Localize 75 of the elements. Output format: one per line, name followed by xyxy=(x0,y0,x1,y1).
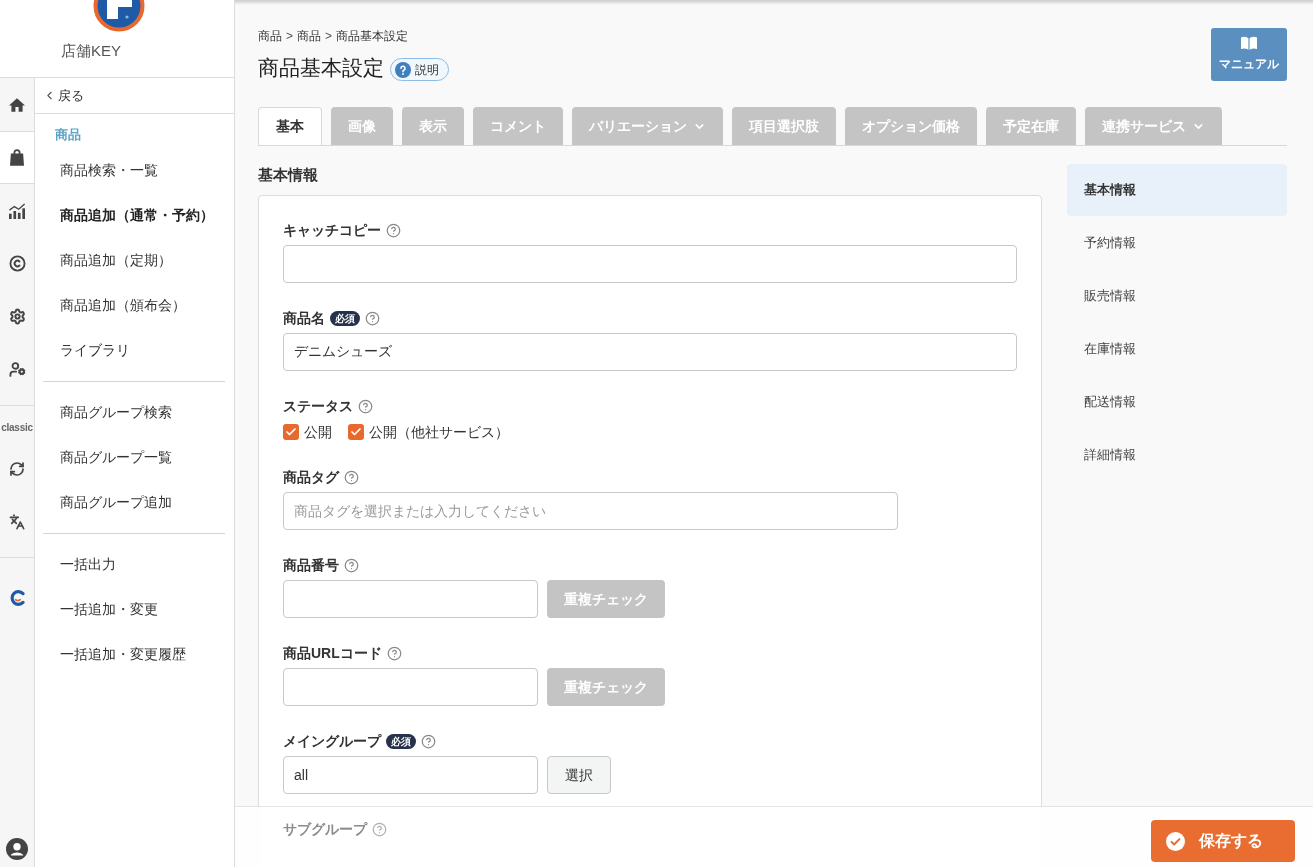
section-nav-item[interactable]: 基本情報 xyxy=(1067,164,1287,216)
checkmark-icon xyxy=(285,426,297,438)
required-badge: 必須 xyxy=(386,733,416,749)
field-label: 商品タグ xyxy=(283,468,339,487)
help-icon[interactable] xyxy=(421,733,436,749)
action-button[interactable]: 選択 xyxy=(547,756,611,794)
checkmark-icon xyxy=(350,426,362,438)
text-input[interactable] xyxy=(283,668,538,706)
field-label: サブグループ xyxy=(283,820,367,839)
c-logo-icon xyxy=(9,589,25,606)
breadcrumb-current: 商品基本設定 xyxy=(336,28,409,45)
menu-item[interactable]: 商品追加（頒布会） xyxy=(35,283,234,328)
rail-section-label: classic xyxy=(1,423,33,433)
field-label: メイングループ xyxy=(283,732,381,751)
field-label: 商品URLコード xyxy=(283,644,382,663)
copyright-icon xyxy=(8,255,26,272)
home-icon xyxy=(9,97,25,112)
field-label: ステータス xyxy=(283,397,353,416)
checkbox-label: 公開 xyxy=(304,423,332,442)
user-avatar-icon[interactable] xyxy=(6,838,28,860)
text-input[interactable]: all xyxy=(283,756,538,794)
bar-chart-icon xyxy=(9,202,25,219)
menu-section-title: 商品 xyxy=(55,127,81,142)
section-nav-item[interactable]: 在庫情報 xyxy=(1067,323,1287,375)
help-icon[interactable] xyxy=(386,222,401,238)
help-button[interactable]: 説明 xyxy=(390,58,449,81)
menu-item[interactable]: 一括出力 xyxy=(35,542,234,587)
checkbox[interactable] xyxy=(283,424,299,440)
menu-item[interactable]: ライブラリ xyxy=(35,328,234,373)
field-label: 商品名 xyxy=(283,309,325,328)
menu-item[interactable]: 商品グループ検索 xyxy=(35,390,234,435)
text-input[interactable]: デニムシューズ xyxy=(283,333,1017,371)
field-label: キャッチコピー xyxy=(283,221,381,240)
checkbox-label: 公開（他社サービス） xyxy=(369,423,509,442)
menu-item[interactable]: 商品グループ一覧 xyxy=(35,435,234,480)
section-nav-item[interactable]: 販売情報 xyxy=(1067,270,1287,322)
help-icon[interactable] xyxy=(358,398,373,414)
breadcrumb-link[interactable]: 商品 xyxy=(258,27,282,45)
text-input[interactable] xyxy=(283,245,1017,283)
section-nav-item[interactable]: 詳細情報 xyxy=(1067,429,1287,481)
breadcrumb-separator: > xyxy=(286,28,293,45)
required-badge: 必須 xyxy=(330,310,360,326)
help-icon[interactable] xyxy=(344,469,359,485)
checkbox[interactable] xyxy=(348,424,364,440)
back-button[interactable]: 戻る xyxy=(35,78,234,114)
help-icon[interactable] xyxy=(344,557,359,573)
section-title: 基本情報 xyxy=(258,165,319,185)
section-nav-item[interactable]: 配送情報 xyxy=(1067,376,1287,428)
tab[interactable]: 基本 xyxy=(258,107,322,145)
help-icon[interactable] xyxy=(372,821,387,837)
help-icon xyxy=(395,61,411,78)
store-key-label: 店舗KEY xyxy=(61,42,121,59)
page-title: 商品基本設定 xyxy=(258,55,384,81)
refresh-icon xyxy=(9,460,25,477)
menu-item[interactable]: 一括追加・変更履歴 xyxy=(35,632,234,677)
translate-icon xyxy=(9,513,25,530)
book-icon xyxy=(1241,36,1257,50)
shopping-bag-icon xyxy=(10,149,24,166)
breadcrumb-link[interactable]: 商品 xyxy=(297,27,321,45)
field-label: 商品番号 xyxy=(283,556,339,575)
menu-item[interactable]: 商品追加（通常・予約） xyxy=(35,193,234,238)
section-nav-item[interactable]: 予約情報 xyxy=(1067,217,1287,269)
menu-item[interactable]: 商品追加（定期） xyxy=(35,238,234,283)
help-icon[interactable] xyxy=(365,310,380,326)
breadcrumb-separator: > xyxy=(325,28,333,45)
help-icon[interactable] xyxy=(386,645,402,661)
text-input[interactable]: 商品タグを選択または入力してください xyxy=(283,492,898,530)
menu-item[interactable]: 一括追加・変更 xyxy=(35,587,234,632)
menu-item[interactable]: 商品グループ追加 xyxy=(35,480,234,525)
settings-icon xyxy=(8,308,26,325)
products-button[interactable] xyxy=(0,131,34,184)
user-gear-icon xyxy=(8,361,26,378)
check-circle-icon xyxy=(1166,831,1185,851)
menu-item[interactable]: 商品検索・一覧 xyxy=(35,148,234,193)
text-input[interactable] xyxy=(283,580,538,618)
